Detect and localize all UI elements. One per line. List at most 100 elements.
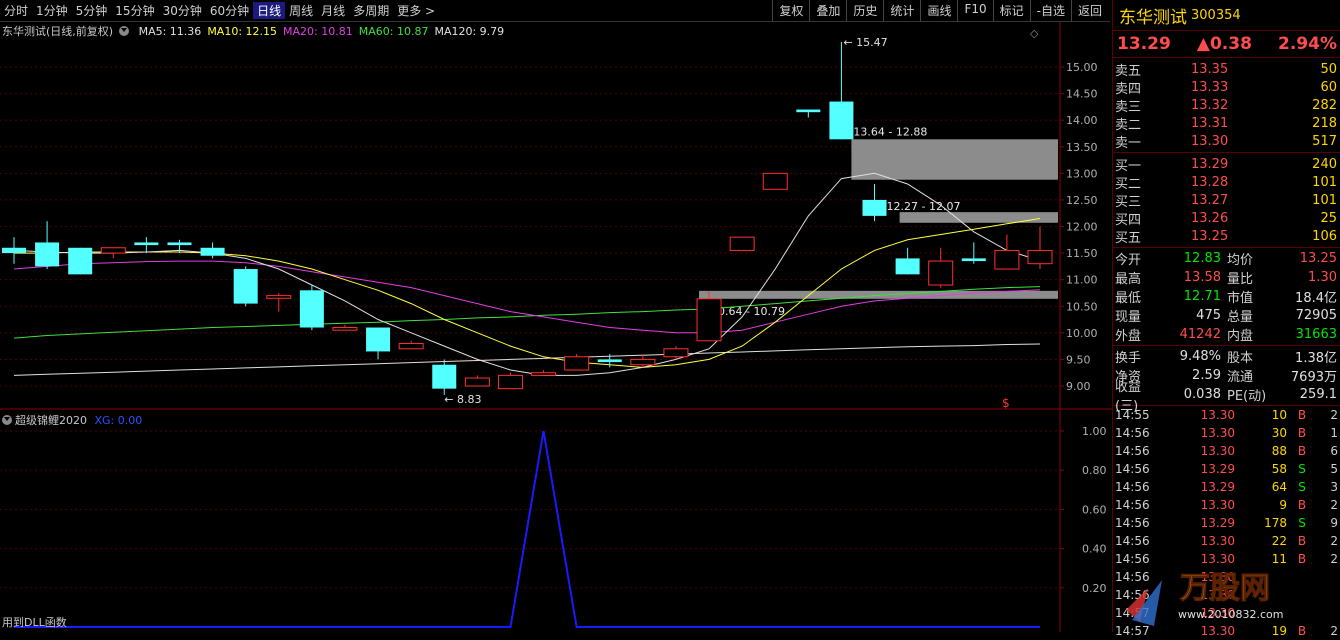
tick-count: 5 (1330, 462, 1338, 476)
tick-count: 6 (1330, 444, 1338, 458)
watermark-logo: 万股网 www.2010832.com (1126, 571, 1283, 626)
stat-value: 1.38亿 (1295, 351, 1337, 366)
stat-key: PE(动) (1227, 389, 1267, 404)
candle-body (299, 290, 324, 328)
footer-note: 用到DLL函数 (2, 616, 67, 629)
book-qty: 50 (1320, 61, 1337, 77)
book-price: 13.33 (1191, 79, 1229, 95)
tick-price: 13.30 (1200, 408, 1235, 422)
y-tick-label: 9.50 (1066, 353, 1091, 366)
stat-key: 最高 (1115, 272, 1142, 287)
kline-chart[interactable]: 15.00 14.50 14.00 13.50 13.00 12.50 12.00 11.50… (0, 0, 1112, 632)
main-chart-info: 东华测试(日线,前复权) MA5: 11.36 MA10: 12.15 MA20: … (2, 23, 510, 39)
candle-body (366, 327, 391, 352)
tick-qty: 64 (1271, 480, 1287, 494)
tick-count: 3 (1330, 480, 1338, 494)
candle-body (1027, 249, 1053, 265)
ma-dropdown-icon[interactable] (119, 26, 130, 36)
tick-time: 14:56 (1115, 534, 1150, 548)
tick-price: 13.30 (1200, 498, 1235, 512)
stats-block-1: 今开 12.83 均价 13.25 最高 13.58 量比 1.30 最低 12.71 市值 18.4… (1113, 248, 1340, 346)
dollar-marker: $ (1002, 396, 1010, 410)
svg-text:万股网: 万股网 (1180, 571, 1270, 606)
candle-body (531, 372, 557, 376)
book-label: 卖五 (1115, 63, 1142, 79)
stat-key: 股本 (1227, 351, 1254, 366)
y-tick-label: 12.50 (1066, 194, 1098, 207)
tick-time: 14:56 (1115, 444, 1150, 458)
book-row: 卖五 13.35 50 (1113, 60, 1340, 79)
zone-label: 12.27 - 12.07 (887, 200, 961, 213)
stat-key: 今开 (1115, 253, 1142, 268)
tick-row: 14:56 13.30 88 B 6 (1113, 442, 1340, 460)
stat-key: 总量 (1227, 310, 1254, 325)
candle-body (35, 242, 60, 267)
stat-row: 换手 9.48% 股本 1.38亿 (1113, 347, 1340, 366)
tick-price: 13.29 (1200, 516, 1235, 530)
diamond-icon[interactable]: ◇ (1030, 27, 1038, 40)
candle-body (564, 356, 590, 371)
book-qty: 25 (1320, 210, 1337, 226)
ma-legend-item: MA120: 9.79 (434, 25, 505, 38)
candle-body (167, 242, 192, 246)
stock-title: 东华测试 300354 (1113, 0, 1340, 31)
tick-price: 13.30 (1200, 534, 1235, 548)
candle-body (100, 247, 126, 254)
tick-time: 14:56 (1115, 516, 1150, 530)
book-price: 13.29 (1191, 156, 1229, 172)
ma-legend-item: MA5: 11.36 (138, 25, 202, 38)
book-price: 13.26 (1191, 210, 1229, 226)
indicator-value: XG: 0.00 (94, 414, 143, 427)
price-zone (851, 139, 1058, 180)
book-label: 卖一 (1115, 135, 1142, 151)
tick-row: 14:56 13.30 30 B 1 (1113, 424, 1340, 442)
stat-key: 最低 (1115, 291, 1142, 306)
tick-price: 13.29 (1200, 480, 1235, 494)
y-tick-label: 10.50 (1066, 300, 1098, 313)
tick-qty: 10 (1271, 408, 1287, 422)
stat-row: 现量 475 总量 72905 (1113, 306, 1340, 325)
stat-row: 今开 12.83 均价 13.25 (1113, 249, 1340, 268)
candle-body (895, 258, 920, 275)
zone-label: 10.64 - 10.79 (711, 305, 785, 318)
stat-key: 内盘 (1227, 329, 1254, 344)
indicator-dropdown-icon[interactable] (2, 415, 12, 425)
stat-key: 量比 (1227, 272, 1254, 287)
stat-value: 1.30 (1308, 270, 1337, 285)
book-label: 买三 (1115, 194, 1142, 210)
candle-body (829, 101, 854, 140)
candle-body (497, 374, 523, 390)
ind-tick-label: 0.80 (1082, 464, 1107, 477)
candle-body (762, 172, 788, 190)
book-label: 买五 (1115, 230, 1142, 246)
tick-row: 14:56 13.29 58 S 5 (1113, 460, 1340, 478)
stat-key: 外盘 (1115, 329, 1142, 344)
book-row: 买一 13.29 240 (1113, 155, 1340, 174)
candle-body (696, 298, 722, 342)
candle-body (928, 260, 954, 286)
stat-key: 流通 (1227, 370, 1254, 385)
candle-body (994, 249, 1020, 270)
indicator-name: 超级锦鲤2020 (15, 414, 87, 427)
candle-body (729, 236, 755, 251)
book-qty: 240 (1312, 156, 1337, 172)
tick-time: 14:56 (1115, 498, 1150, 512)
book-row: 买四 13.26 25 (1113, 209, 1340, 228)
bid-book: 买一 13.29 240 买二 13.28 101 买三 13.27 101 买四 13.26 25 买… (1113, 153, 1340, 248)
ma-legend-item: MA60: 10.87 (358, 25, 429, 38)
stat-value: 2.59 (1192, 368, 1221, 383)
y-tick-label: 14.00 (1066, 114, 1098, 127)
book-label: 买四 (1115, 212, 1142, 228)
book-label: 卖三 (1115, 99, 1142, 115)
y-tick-label: 11.50 (1066, 247, 1098, 260)
y-tick-label: 9.00 (1066, 380, 1091, 393)
price-zone (899, 212, 1058, 223)
candle-body (961, 258, 986, 262)
tick-side: B (1297, 408, 1307, 422)
book-price: 13.31 (1191, 115, 1229, 131)
y-tick-label: 14.50 (1066, 88, 1098, 101)
book-row: 卖一 13.30 517 (1113, 132, 1340, 151)
tick-count: 2 (1330, 534, 1338, 548)
indicator-info: 超级锦鲤2020 XG: 0.00 (2, 412, 142, 428)
candle-body (862, 199, 887, 216)
